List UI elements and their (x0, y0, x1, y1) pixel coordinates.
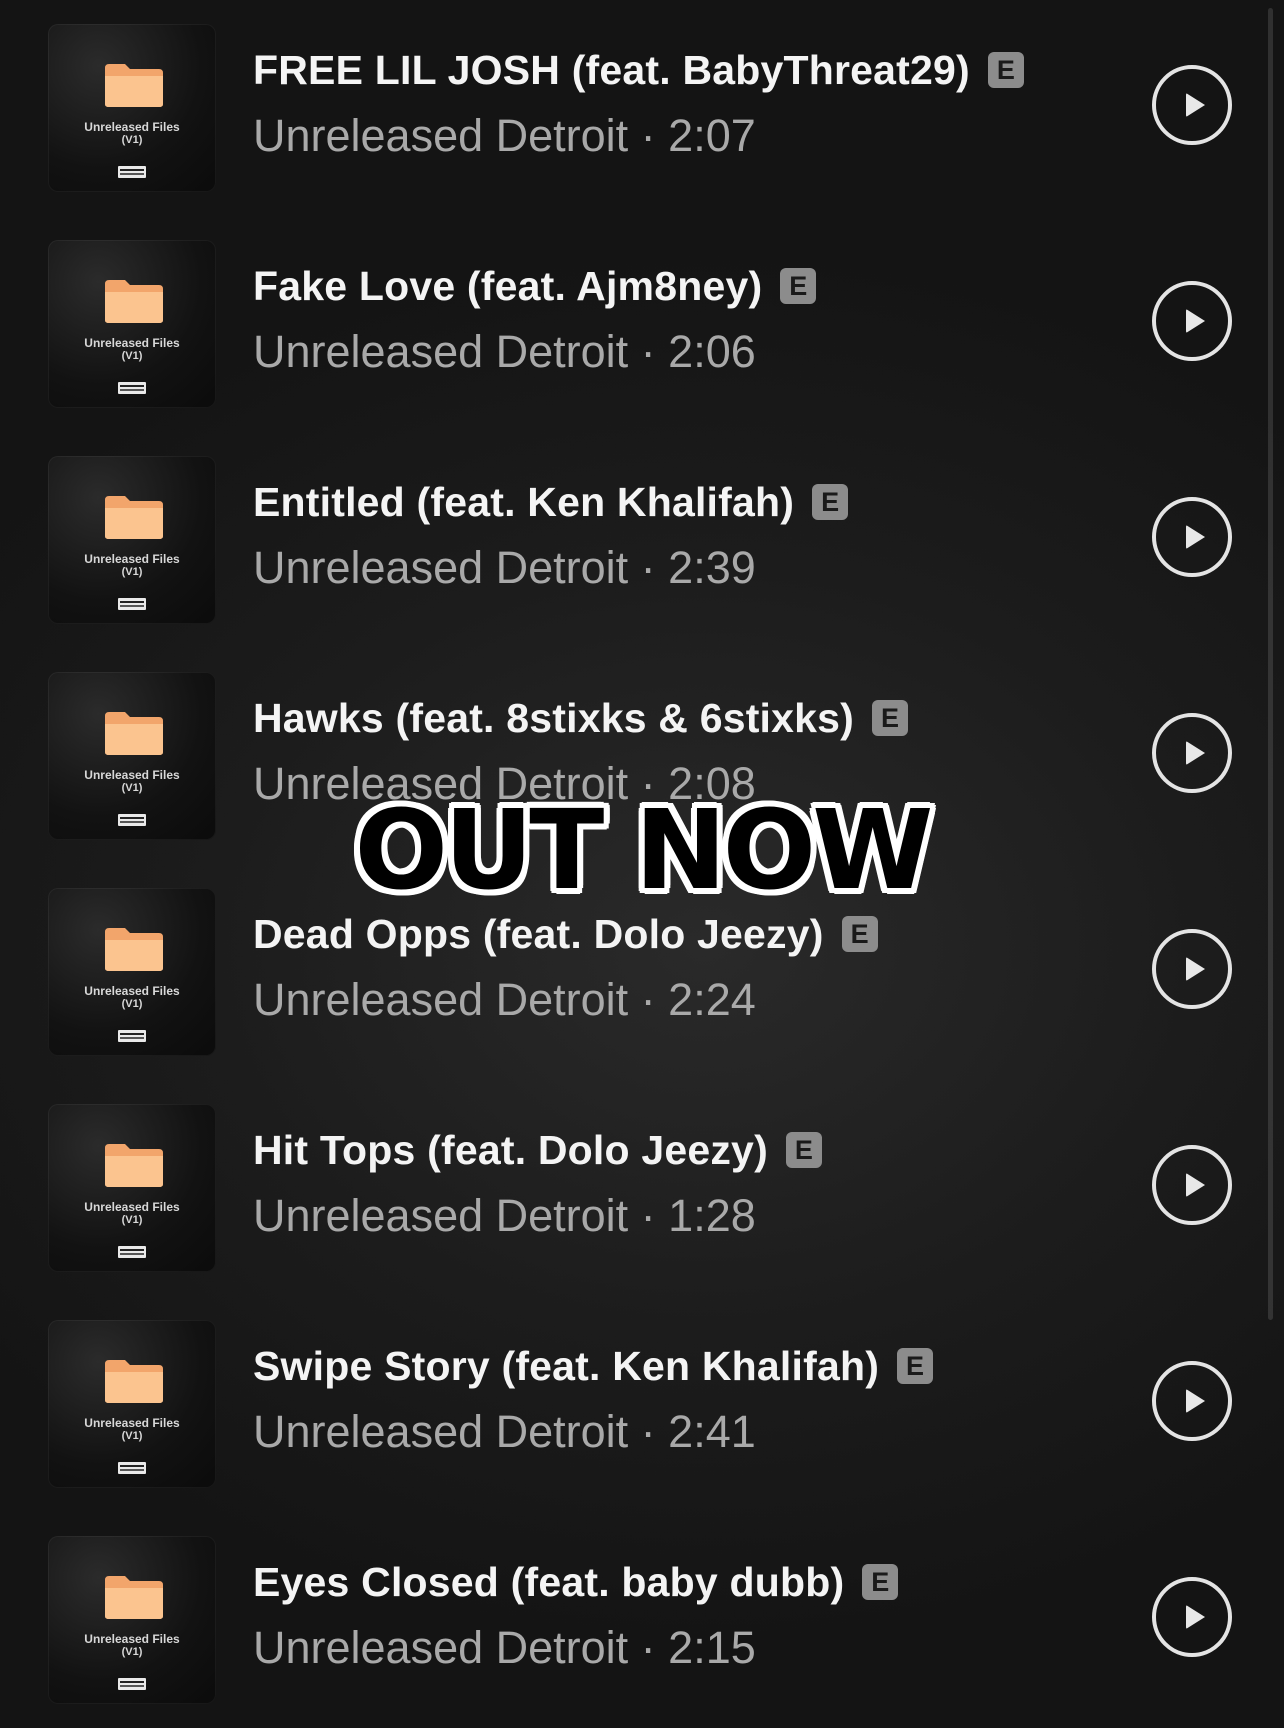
explicit-badge: E (841, 916, 878, 952)
play-button[interactable] (1152, 1145, 1232, 1225)
cover-version: (V1) (121, 1646, 143, 1658)
track-subtitle: Unreleased Detroit · 2:41 (253, 1406, 756, 1457)
track-title: Eyes Closed (feat. baby dubb) (253, 1558, 845, 1605)
track-title-line: Hawks (feat. 8stixks & 6stixks) E (253, 692, 909, 744)
cover-title: Unreleased Files (84, 552, 180, 566)
play-icon (1186, 309, 1205, 333)
track-title-line: FREE LIL JOSH (feat. BabyThreat29) E (253, 44, 1024, 96)
parental-advisory-icon (118, 382, 146, 394)
track-title: Hawks (feat. 8stixks & 6stixks) (253, 694, 855, 741)
folder-icon (105, 280, 163, 323)
track-title-line: Entitled (feat. Ken Khalifah) E (253, 476, 849, 528)
play-icon (1186, 525, 1205, 549)
cover-title: Unreleased Files (84, 336, 180, 350)
album-cover: Unreleased Files (V1) (48, 888, 216, 1056)
parental-advisory-icon (118, 1030, 146, 1042)
track-subtitle: Unreleased Detroit · 2:39 (253, 542, 756, 593)
track-row[interactable]: Unreleased Files (V1) Swipe Story (feat.… (0, 1296, 1284, 1512)
folder-icon (105, 928, 163, 971)
cover-version: (V1) (121, 566, 143, 578)
play-button[interactable] (1152, 1361, 1232, 1441)
play-icon (1186, 1605, 1205, 1629)
cover-title: Unreleased Files (84, 120, 180, 134)
track-title-line: Eyes Closed (feat. baby dubb) E (253, 1556, 899, 1608)
play-icon (1186, 741, 1205, 765)
explicit-badge: E (897, 1348, 934, 1384)
play-button[interactable] (1152, 929, 1232, 1009)
cover-version: (V1) (121, 134, 143, 146)
track-subtitle: Unreleased Detroit · 2:24 (253, 974, 756, 1025)
track-title: Fake Love (feat. Ajm8ney) (253, 262, 763, 309)
track-subtitle: Unreleased Detroit · 2:07 (253, 110, 756, 161)
track-subtitle: Unreleased Detroit · 2:06 (253, 326, 756, 377)
explicit-badge: E (987, 52, 1024, 88)
cover-title: Unreleased Files (84, 768, 180, 782)
parental-advisory-icon (118, 1462, 146, 1474)
out-now-overlay: OUT NOW (354, 786, 933, 914)
cover-title: Unreleased Files (84, 1632, 180, 1646)
album-cover: Unreleased Files (V1) (48, 240, 216, 408)
folder-icon (105, 1360, 163, 1403)
track-title: FREE LIL JOSH (feat. BabyThreat29) (253, 46, 970, 93)
track-row[interactable]: Unreleased Files (V1) FREE LIL JOSH (fea… (0, 0, 1284, 216)
cover-title: Unreleased Files (84, 1200, 180, 1214)
track-subtitle: Unreleased Detroit · 1:28 (253, 1190, 756, 1241)
track-title-line: Swipe Story (feat. Ken Khalifah) E (253, 1340, 934, 1392)
album-cover: Unreleased Files (V1) (48, 1320, 216, 1488)
track-title: Entitled (feat. Ken Khalifah) (253, 478, 795, 525)
album-cover: Unreleased Files (V1) (48, 24, 216, 192)
cover-title: Unreleased Files (84, 1416, 180, 1430)
cover-version: (V1) (121, 998, 143, 1010)
folder-icon (105, 496, 163, 539)
track-row[interactable]: Unreleased Files (V1) Entitled (feat. Ke… (0, 432, 1284, 648)
album-cover: Unreleased Files (V1) (48, 1536, 216, 1704)
cover-title: Unreleased Files (84, 984, 180, 998)
cover-version: (V1) (121, 1214, 143, 1226)
parental-advisory-icon (118, 166, 146, 178)
track-title: Hit Tops (feat. Dolo Jeezy) (253, 1126, 768, 1173)
play-icon (1186, 1173, 1205, 1197)
explicit-badge: E (872, 700, 909, 736)
parental-advisory-icon (118, 1678, 146, 1690)
track-title: Swipe Story (feat. Ken Khalifah) (253, 1342, 880, 1389)
cover-version: (V1) (121, 350, 143, 362)
explicit-badge: E (785, 1132, 822, 1168)
track-row[interactable]: Unreleased Files (V1) Fake Love (feat. A… (0, 216, 1284, 432)
track-subtitle: Unreleased Detroit · 2:15 (253, 1622, 756, 1673)
folder-icon (105, 64, 163, 107)
explicit-badge: E (780, 268, 817, 304)
play-icon (1186, 957, 1205, 981)
folder-icon (105, 712, 163, 755)
play-button[interactable] (1152, 1577, 1232, 1657)
folder-icon (105, 1576, 163, 1619)
play-button[interactable] (1152, 497, 1232, 577)
parental-advisory-icon (118, 598, 146, 610)
explicit-badge: E (812, 484, 849, 520)
track-row[interactable]: Unreleased Files (V1) Hit Tops (feat. Do… (0, 1080, 1284, 1296)
folder-icon (105, 1144, 163, 1187)
play-button[interactable] (1152, 713, 1232, 793)
album-cover: Unreleased Files (V1) (48, 456, 216, 624)
track-title-line: Hit Tops (feat. Dolo Jeezy) E (253, 1124, 822, 1176)
track-title: Dead Opps (feat. Dolo Jeezy) (253, 910, 824, 957)
scrollbar[interactable] (1268, 8, 1273, 1320)
track-row[interactable]: Unreleased Files (V1) Eyes Closed (feat.… (0, 1512, 1284, 1728)
play-button[interactable] (1152, 65, 1232, 145)
album-cover: Unreleased Files (V1) (48, 1104, 216, 1272)
track-title-line: Dead Opps (feat. Dolo Jeezy) E (253, 908, 878, 960)
play-icon (1186, 1389, 1205, 1413)
play-icon (1186, 93, 1205, 117)
explicit-badge: E (862, 1564, 899, 1600)
parental-advisory-icon (118, 1246, 146, 1258)
play-button[interactable] (1152, 281, 1232, 361)
cover-version: (V1) (121, 1430, 143, 1442)
track-title-line: Fake Love (feat. Ajm8ney) E (253, 260, 817, 312)
